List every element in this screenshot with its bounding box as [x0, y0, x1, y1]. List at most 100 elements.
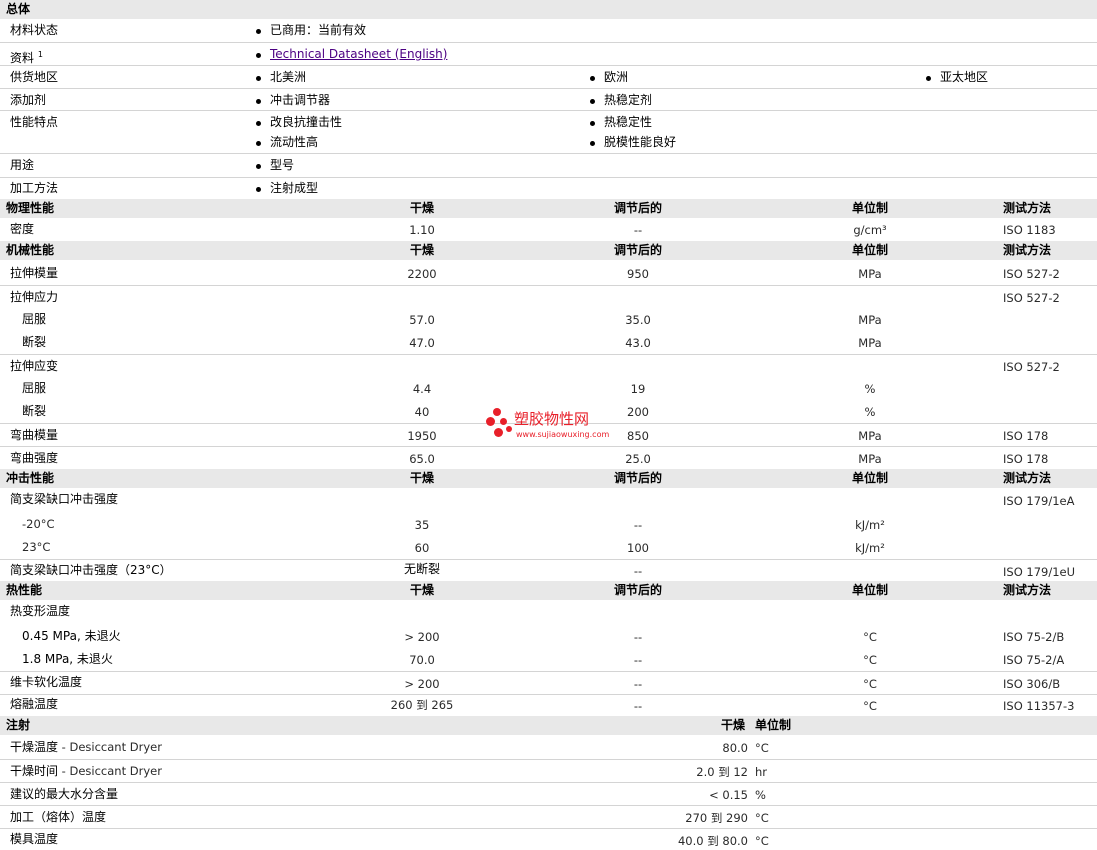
- col-header-unit: 单位制: [851, 583, 888, 597]
- dry-value: 40: [414, 405, 430, 419]
- table-row: 模具温度 40.0 到 80.0 °C: [0, 828, 1097, 850]
- property-name: 拉伸应变: [10, 359, 59, 373]
- property-name: 干燥温度 - Desiccant Dryer: [10, 740, 162, 754]
- col-header-dry: 干燥: [721, 718, 746, 732]
- test-method: ISO 527-2: [1003, 360, 1060, 374]
- property-name: 断裂: [22, 404, 47, 418]
- conditioned-value: --: [633, 677, 643, 691]
- table-row: 拉伸模量 2200 950 MPa ISO 527-2: [0, 262, 1097, 285]
- conditioned-value: --: [633, 223, 643, 237]
- section-header-physical: 物理性能 干燥 调节后的 单位制 测试方法: [0, 199, 1097, 218]
- property-name: 拉伸应力: [10, 290, 59, 304]
- col-header-unit: 单位制: [851, 243, 888, 257]
- property-name: -20°C: [22, 517, 55, 531]
- bullet: [590, 76, 595, 81]
- table-row: 建议的最大水分含量 < 0.15 %: [0, 782, 1097, 805]
- table-row: 拉伸应力 ISO 527-2: [0, 285, 1097, 308]
- unit-value: g/cm³: [853, 223, 887, 237]
- table-row: 密度 1.10 -- g/cm³ ISO 1183: [0, 218, 1097, 241]
- unit-value: °C: [755, 811, 769, 825]
- dry-value: 60: [414, 541, 430, 555]
- dry-value: 2200: [407, 267, 437, 281]
- watermark-dot: [486, 417, 495, 426]
- test-method: ISO 1183: [1003, 223, 1056, 237]
- property-name: 模具温度: [10, 832, 59, 846]
- table-row: 干燥时间 - Desiccant Dryer 2.0 到 12 hr: [0, 759, 1097, 782]
- test-method: ISO 178: [1003, 452, 1049, 466]
- col-header-conditioned: 调节后的: [613, 471, 662, 485]
- property-name: 屈服: [22, 381, 47, 395]
- bullet: [926, 76, 931, 81]
- general-row-status: 材料状态 已商用：当前有效: [0, 19, 1097, 42]
- dry-value: 2.0 到 12: [696, 765, 748, 779]
- supply-item: 亚太地区: [940, 70, 989, 84]
- unit-value: %: [864, 382, 876, 396]
- conditioned-value: --: [633, 630, 643, 644]
- unit-value: °C: [863, 677, 877, 691]
- dry-value: 270 到 290: [685, 811, 748, 825]
- dry-value: 70.0: [409, 653, 435, 667]
- table-row: 0.45 MPa, 未退火 > 200 -- °C ISO 75-2/B: [0, 625, 1097, 648]
- bullet: [590, 121, 595, 126]
- table-row: 简支梁缺口冲击强度 ISO 179/1eA: [0, 489, 1097, 513]
- watermark: 塑胶物性网 www.sujiaowuxing.com: [486, 408, 616, 444]
- table-row: 熔融温度 260 到 265 -- °C ISO 11357-3: [0, 694, 1097, 716]
- col-header-unit: 单位制: [755, 718, 792, 732]
- dry-value: 40.0 到 80.0: [677, 834, 748, 848]
- additive-item: 冲击调节器: [270, 93, 331, 107]
- test-method: ISO 11357-3: [1003, 699, 1075, 713]
- unit-value: °C: [755, 741, 769, 755]
- general-row-features: 性能特点 改良抗撞击性 热稳定性 流动性高 脱模性能良好: [0, 110, 1097, 153]
- unit-value: MPa: [858, 429, 882, 443]
- bullet: [256, 76, 261, 81]
- general-row-additives: 添加剂 冲击调节器 热稳定剂: [0, 88, 1097, 110]
- unit-value: MPa: [858, 336, 882, 350]
- table-row: 断裂 47.0 43.0 MPa: [0, 331, 1097, 354]
- conditioned-value: 25.0: [625, 452, 651, 466]
- col-header-conditioned: 调节后的: [613, 201, 662, 215]
- unit-value: hr: [755, 765, 768, 779]
- conditioned-value: 43.0: [625, 336, 651, 350]
- table-row: 1.8 MPa, 未退火 70.0 -- °C ISO 75-2/A: [0, 648, 1097, 671]
- table-row: 23°C 60 100 kJ/m²: [0, 536, 1097, 559]
- property-name: 弯曲模量: [10, 428, 59, 442]
- bullet: [256, 99, 261, 104]
- property-name: 23°C: [22, 540, 51, 554]
- test-method: ISO 527-2: [1003, 291, 1060, 305]
- table-row: 弯曲强度 65.0 25.0 MPa ISO 178: [0, 446, 1097, 469]
- dry-value: 1950: [407, 429, 437, 443]
- unit-value: %: [864, 405, 876, 419]
- row-label: 材料状态: [10, 23, 59, 37]
- property-name: 1.8 MPa, 未退火: [22, 652, 113, 666]
- technical-datasheet-link[interactable]: Technical Datasheet (English): [270, 47, 447, 62]
- table-row: 屈服 57.0 35.0 MPa: [0, 308, 1097, 331]
- col-header-method: 测试方法: [1003, 583, 1052, 597]
- property-name: 维卡软化温度: [10, 675, 83, 689]
- unit-value: °C: [863, 630, 877, 644]
- table-row: 拉伸应变 ISO 527-2: [0, 354, 1097, 377]
- dry-value: 4.4: [412, 382, 432, 396]
- feature-item: 热稳定性: [604, 115, 653, 129]
- property-name: 建议的最大水分含量: [10, 787, 119, 801]
- test-method: ISO 178: [1003, 429, 1049, 443]
- watermark-title: 塑胶物性网: [514, 410, 590, 428]
- property-name: 熔融温度: [10, 697, 59, 711]
- general-row-docs: 资料 1 Technical Datasheet (English): [0, 42, 1097, 65]
- table-row: 热变形温度: [0, 601, 1097, 625]
- property-name: 加工（熔体）温度: [10, 810, 107, 824]
- dry-value: 无断裂: [403, 562, 440, 576]
- conditioned-value: 950: [627, 267, 649, 281]
- section-header-injection: 注射 干燥 单位制: [0, 716, 1097, 735]
- property-name: 屈服: [22, 312, 47, 326]
- general-row-supply: 供货地区 北美洲 欧洲 亚太地区: [0, 65, 1097, 88]
- conditioned-value: 100: [627, 541, 649, 555]
- conditioned-value: --: [633, 699, 643, 713]
- watermark-dot: [493, 408, 501, 416]
- bullet: [256, 164, 261, 169]
- test-method: ISO 306/B: [1003, 677, 1061, 691]
- section-header-thermal: 热性能 干燥 调节后的 单位制 测试方法: [0, 581, 1097, 600]
- unit-value: kJ/m²: [855, 541, 885, 555]
- general-row-uses: 用途 型号: [0, 153, 1097, 177]
- section-title: 冲击性能: [6, 471, 55, 485]
- processing-item: 注射成型: [270, 181, 319, 195]
